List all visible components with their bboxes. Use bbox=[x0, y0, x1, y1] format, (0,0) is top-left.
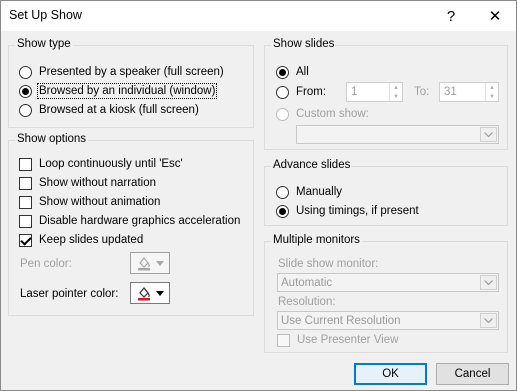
spin-down-icon[interactable]: ▼ bbox=[489, 94, 495, 100]
checkbox-icon[interactable] bbox=[19, 176, 32, 190]
laser-color-label: Laser pointer color: bbox=[20, 288, 119, 300]
radio-presented-by-speaker[interactable]: Presented by a speaker (full screen) bbox=[19, 64, 224, 80]
resolution-label: Resolution: bbox=[278, 296, 336, 308]
radio-icon[interactable] bbox=[19, 65, 32, 79]
checkbox-label: Disable hardware graphics acceleration bbox=[39, 215, 241, 227]
checkbox-without-narration[interactable]: Show without narration bbox=[19, 175, 156, 191]
resolution-value: Use Current Resolution bbox=[281, 314, 401, 327]
radio-label: Manually bbox=[296, 186, 343, 198]
radio-icon[interactable] bbox=[276, 65, 289, 79]
radio-icon[interactable] bbox=[19, 84, 32, 98]
dropdown-arrow-icon bbox=[156, 290, 164, 296]
show-type-legend: Show type bbox=[15, 38, 73, 50]
radio-icon[interactable] bbox=[276, 107, 289, 121]
paint-bucket-icon bbox=[138, 257, 150, 271]
slide-show-monitor-dropdown[interactable]: Automatic bbox=[277, 273, 499, 292]
radio-label: Custom show: bbox=[296, 108, 369, 120]
checkbox-icon[interactable] bbox=[19, 157, 32, 171]
radio-manually[interactable]: Manually bbox=[276, 184, 342, 200]
radio-using-timings[interactable]: Using timings, if present bbox=[276, 203, 419, 219]
show-options-legend: Show options bbox=[15, 133, 89, 145]
radio-label: All bbox=[296, 66, 309, 78]
checkbox-icon[interactable] bbox=[19, 233, 32, 247]
monitor-value: Automatic bbox=[281, 276, 333, 289]
chevron-down-icon[interactable] bbox=[480, 313, 497, 328]
radio-icon[interactable] bbox=[276, 85, 289, 99]
close-icon[interactable]: ✕ bbox=[484, 5, 506, 27]
checkbox-use-presenter-view[interactable]: Use Presenter View bbox=[277, 332, 398, 348]
pen-color-button[interactable] bbox=[130, 252, 170, 274]
checkbox-loop-continuously[interactable]: Loop continuously until 'Esc' bbox=[19, 156, 183, 172]
to-label: To: bbox=[414, 86, 430, 98]
from-spinner[interactable]: 1 ▲ ▼ bbox=[346, 82, 403, 102]
spinner-arrows[interactable]: ▲ ▼ bbox=[389, 83, 402, 101]
custom-show-dropdown[interactable] bbox=[296, 125, 499, 144]
chevron-down-icon[interactable] bbox=[480, 127, 497, 142]
checkbox-icon[interactable] bbox=[19, 195, 32, 209]
radio-browsed-by-individual[interactable]: Browsed by an individual (window) bbox=[19, 83, 218, 99]
spin-up-icon[interactable]: ▲ bbox=[393, 85, 399, 91]
radio-label: Browsed at a kiosk (full screen) bbox=[39, 104, 199, 116]
dialog-title: Set Up Show bbox=[9, 8, 82, 22]
laser-color-button[interactable] bbox=[130, 282, 170, 304]
multiple-monitors-legend: Multiple monitors bbox=[271, 234, 362, 246]
help-icon[interactable]: ? bbox=[440, 5, 462, 27]
to-value: 31 bbox=[444, 86, 457, 98]
radio-from-slides[interactable]: From: bbox=[276, 84, 326, 100]
dropdown-arrow-icon bbox=[156, 260, 164, 266]
radio-all-slides[interactable]: All bbox=[276, 64, 309, 80]
advance-slides-legend: Advance slides bbox=[271, 159, 353, 171]
checkbox-keep-slides-updated[interactable]: Keep slides updated bbox=[19, 232, 143, 248]
to-spinner[interactable]: 31 ▲ ▼ bbox=[439, 82, 499, 102]
checkbox-disable-hw-acceleration[interactable]: Disable hardware graphics acceleration bbox=[19, 213, 240, 229]
show-slides-legend: Show slides bbox=[271, 38, 337, 50]
radio-icon[interactable] bbox=[19, 103, 32, 117]
radio-custom-show[interactable]: Custom show: bbox=[276, 106, 369, 122]
spinner-arrows[interactable]: ▲ ▼ bbox=[485, 83, 498, 101]
radio-icon[interactable] bbox=[276, 185, 289, 199]
checkbox-label: Loop continuously until 'Esc' bbox=[39, 158, 183, 170]
chevron-down-icon[interactable] bbox=[480, 275, 497, 290]
radio-icon[interactable] bbox=[276, 204, 289, 218]
paint-bucket-icon bbox=[138, 287, 150, 301]
radio-label: Presented by a speaker (full screen) bbox=[39, 66, 224, 78]
radio-label: Using timings, if present bbox=[296, 205, 419, 217]
ok-button[interactable]: OK bbox=[354, 363, 427, 385]
radio-label: From: bbox=[296, 86, 327, 98]
title-bar: Set Up Show ? ✕ bbox=[0, 0, 517, 31]
radio-browsed-at-kiosk[interactable]: Browsed at a kiosk (full screen) bbox=[19, 102, 199, 118]
resolution-dropdown[interactable]: Use Current Resolution bbox=[277, 311, 499, 330]
pen-color-label: Pen color: bbox=[20, 258, 72, 270]
checkbox-label: Use Presenter View bbox=[297, 334, 399, 346]
checkbox-without-animation[interactable]: Show without animation bbox=[19, 194, 160, 210]
slide-show-monitor-label: Slide show monitor: bbox=[278, 258, 379, 270]
spin-up-icon[interactable]: ▲ bbox=[489, 85, 495, 91]
cancel-button[interactable]: Cancel bbox=[436, 363, 509, 385]
from-value: 1 bbox=[351, 86, 358, 98]
checkbox-label: Show without animation bbox=[39, 196, 161, 208]
checkbox-label: Keep slides updated bbox=[39, 234, 144, 246]
radio-label: Browsed by an individual (window) bbox=[36, 83, 218, 99]
spin-down-icon[interactable]: ▼ bbox=[393, 94, 399, 100]
checkbox-icon[interactable] bbox=[19, 214, 32, 228]
checkbox-icon[interactable] bbox=[277, 333, 290, 347]
checkbox-label: Show without narration bbox=[39, 177, 156, 189]
